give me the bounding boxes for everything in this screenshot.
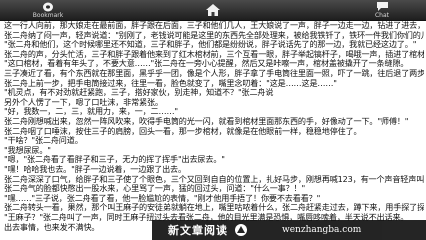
top-toolbar: Bookmark Chat xyxy=(0,0,426,21)
text-line: "好，我数一，二，三，就用力，来，一，二……" xyxy=(4,107,178,117)
chat-label: Chat xyxy=(374,12,390,19)
site-name-cn: 新文章阅读 xyxy=(168,224,228,237)
text-line: 张二舟气的脸都快憋出一股水来，心里骂了一声，猛的回过头，问道："什么一事？！" xyxy=(4,184,306,194)
text-line: "机灵点，有不对劲就赶紧跑，三子，搭好家伙，别走神，知道不？"张二舟说 xyxy=(4,88,274,98)
site-url: wenzhangba.com xyxy=(282,225,362,235)
text-line: 张二舟咽了口唾沫，按住三子的肩膀，回头一看，那一步棺材，就像是在他眼前一样，稳稳… xyxy=(4,126,362,136)
text-line: "我想尿尿。" xyxy=(4,145,51,155)
bookmark-label: Bookmark xyxy=(32,12,64,19)
chat-icon xyxy=(376,2,388,11)
bookmark-button[interactable]: Bookmark xyxy=(28,0,68,20)
home-button[interactable] xyxy=(198,0,228,20)
text-line: 张二舟转头一看，果然，那个叫王麻子的安徒弟就躺在地上，嘴里咕哝着什么，张二舟赶紧… xyxy=(4,203,424,213)
site-watermark-banner: 新文章阅读 wenzhangba.com xyxy=(152,220,426,240)
logo-icon xyxy=(235,224,247,236)
text-line: 三子凑近了看，有个东西就在那里面，黑乎乎一团，像是个人形，胖子拿了手电筒往里面一… xyxy=(4,68,424,78)
text-line: 张二舟纳了闷一声，轻声说道："别刚了，老钱说可能是这里的东西先全部处理来，被给我… xyxy=(4,30,424,40)
text-line: "张二舟和他们，这个时候哪里还不知道，三子和胖子，他们都是纷纷说，胖子说话先了的… xyxy=(4,40,417,50)
home-icon xyxy=(206,4,220,16)
text-line: "干啥？"张二舟问道。 xyxy=(4,136,83,146)
text-line: 另外个人愣了一下，嗯了口吐沫，非常紧张。 xyxy=(4,97,163,107)
text-line: 张二舟上前一步，把手电筒接过来，往里一看，脸色就变了，嘴里念叨着："这是……这是… xyxy=(4,78,337,88)
text-line: 张二舟的声，分头忙活，三子和胖子跟着他来到了红木棺材前，三个互看一眼，胖子举起镐… xyxy=(4,49,424,59)
text-line: 这一行人向前，那大娘走在最前面，胖子跟在后面，三子和他们几人，王大娘说了一声，胖… xyxy=(4,21,424,30)
chat-button[interactable]: Chat xyxy=(362,0,402,20)
bookmark-icon xyxy=(43,2,53,12)
text-line: "嗯，"张二舟看了看胖子和三子，无力的挥了挥手"出去尿去。" xyxy=(4,155,225,165)
text-line: "嘿……"三子说，张二舟看了看，他一脸尴尬的表情，"刚才他用手捂了！你要不去看看… xyxy=(4,193,321,203)
text-line: "这口棺材，看着有年头了，不要大意……"张二舟在一旁小心提醒，然后又是咔嚓一声，… xyxy=(4,59,409,69)
text-line: "嘿！哈哈我也去。"胖子一边说着，一边跟了出去。 xyxy=(4,164,186,174)
chapter-text: 这一行人向前，那大娘走在最前面，胖子跟在后面，三子和他们几人，王大娘说了一声，胖… xyxy=(4,21,424,213)
text-line: 张二舟刚想喊出来，忽然一阵风吹来，吹得手电筒的光一闪，就看到棺材里面那东西的手，… xyxy=(4,116,409,126)
text-line: 张二舟深深了口气，给胖子和三子使了个眼色，三个又回到自自的位置上，扎好马步，刚想… xyxy=(4,174,424,184)
